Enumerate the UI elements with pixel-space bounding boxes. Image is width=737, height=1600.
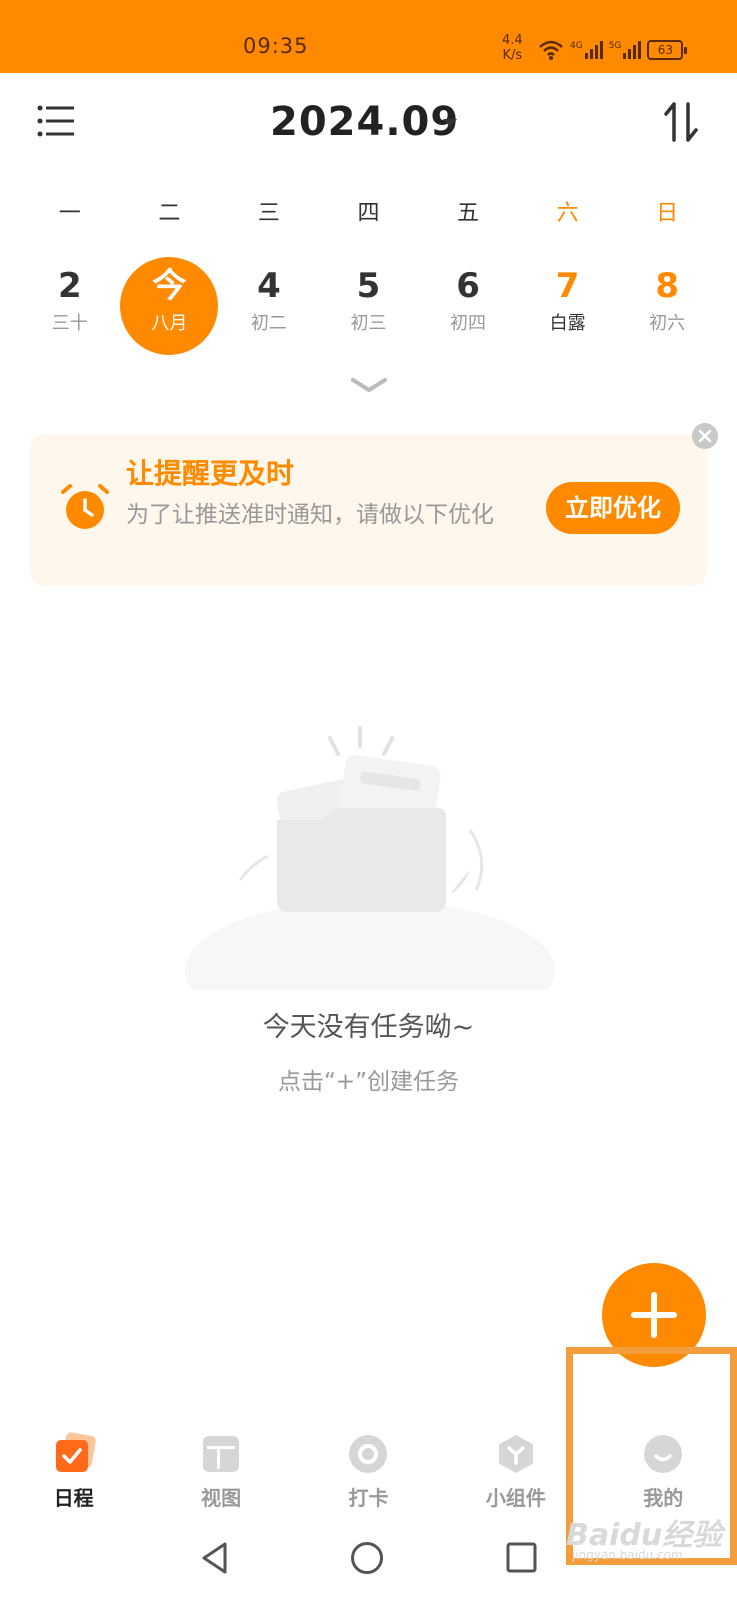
- widget-icon: [498, 1435, 533, 1473]
- lunar-date: 初二: [250, 313, 287, 334]
- close-icon[interactable]: [692, 423, 718, 449]
- date-cell[interactable]: 2 三十: [20, 255, 120, 355]
- date-cell[interactable]: 5 初三: [319, 255, 419, 355]
- weekday-label: 日: [656, 201, 679, 226]
- status-bar: 09:35 4.4 K/s 4G 5G 63: [0, 0, 737, 73]
- back-triangle-icon[interactable]: [200, 1541, 230, 1575]
- date-cell[interactable]: 7 白露: [518, 255, 618, 355]
- lunar-date: 初三: [350, 313, 387, 334]
- network-speed: 4.4 K/s: [502, 33, 523, 63]
- network-speed-value: 4.4: [502, 33, 523, 48]
- empty-folder-illustration: [185, 726, 555, 990]
- home-circle-icon[interactable]: [350, 1541, 384, 1575]
- layout-icon: [203, 1436, 240, 1472]
- chevron-down-icon[interactable]: [350, 376, 388, 394]
- tab-label: 视图: [201, 1486, 242, 1510]
- header: 2024.09: [0, 73, 737, 173]
- plus-icon: [631, 1292, 677, 1338]
- caret-down-icon[interactable]: [440, 116, 460, 130]
- weekday-label: 五: [457, 201, 480, 226]
- date-number: 今: [152, 266, 187, 306]
- date-cell[interactable]: 6 初四: [418, 255, 518, 355]
- weekday-label: 六: [556, 201, 579, 226]
- optimize-now-button[interactable]: 立即优化: [546, 482, 680, 534]
- status-time: 09:35: [243, 34, 309, 58]
- date-number: 8: [655, 266, 679, 306]
- empty-state-title: 今天没有任务呦~: [262, 1012, 475, 1043]
- watermark: Baidu经验 jingyan.baidu.com: [566, 1510, 726, 1565]
- weekday-label: 一: [58, 201, 81, 226]
- date-number: 6: [456, 266, 480, 306]
- signal-5g-label: 5G: [608, 41, 622, 51]
- date-number: 5: [356, 266, 381, 306]
- weekday-row: 一 二 三 四 五 六 日: [20, 195, 717, 227]
- wifi-icon: [539, 40, 563, 60]
- checkin-icon: [349, 1435, 388, 1473]
- battery-icon: 63: [647, 40, 688, 60]
- banner-title: 让提醒更及时: [126, 457, 295, 490]
- date-row: 2 三十 今 八月 4 初二 5 初三 6 初四 7 白露 8 初六: [20, 255, 717, 355]
- date-number: 2: [57, 266, 82, 306]
- lunar-date: 初四: [450, 313, 487, 334]
- weekday-label: 四: [357, 201, 380, 226]
- tab-label: 打卡: [348, 1486, 389, 1510]
- network-speed-unit: K/s: [502, 48, 523, 63]
- tab-schedule[interactable]: 日程: [0, 1420, 147, 1520]
- lunar-date: 八月: [151, 313, 188, 334]
- menu-list-icon[interactable]: [36, 102, 76, 142]
- signal-5g-icon: 5G: [609, 41, 642, 59]
- banner-text: 为了让推送准时通知，请做以下优化: [126, 502, 494, 528]
- date-cell[interactable]: 8 初六: [617, 255, 717, 355]
- month-title[interactable]: 2024.09: [270, 99, 459, 145]
- signal-4g-label: 4G: [570, 41, 583, 51]
- lunar-date: 初六: [649, 313, 686, 334]
- tab-view[interactable]: 视图: [147, 1420, 294, 1520]
- sort-arrows-icon[interactable]: [662, 100, 702, 144]
- alarm-clock-icon: [61, 484, 109, 529]
- date-cell[interactable]: 4 初二: [219, 255, 319, 355]
- tab-checkin[interactable]: 打卡: [295, 1420, 442, 1520]
- date-number: 4: [257, 266, 281, 306]
- status-icons: 4G 5G 63: [538, 38, 688, 62]
- signal-4g-icon: 4G: [570, 41, 603, 59]
- solar-term: 白露: [549, 313, 586, 334]
- lunar-date: 三十: [51, 313, 88, 334]
- date-cell-today[interactable]: 今 八月: [120, 255, 220, 355]
- watermark-url: jingyan.baidu.com: [572, 1548, 683, 1562]
- recent-square-icon[interactable]: [506, 1542, 537, 1573]
- date-number: 7: [555, 266, 580, 306]
- empty-state-hint: 点击“+”创建任务: [277, 1069, 460, 1095]
- weekday-label: 二: [158, 201, 181, 226]
- reminder-banner: 让提醒更及时 为了让推送准时通知，请做以下优化 立即优化: [30, 434, 707, 586]
- weekday-label: 三: [257, 201, 280, 226]
- calendar-check-icon: [55, 1432, 96, 1472]
- tab-label: 日程: [53, 1486, 94, 1510]
